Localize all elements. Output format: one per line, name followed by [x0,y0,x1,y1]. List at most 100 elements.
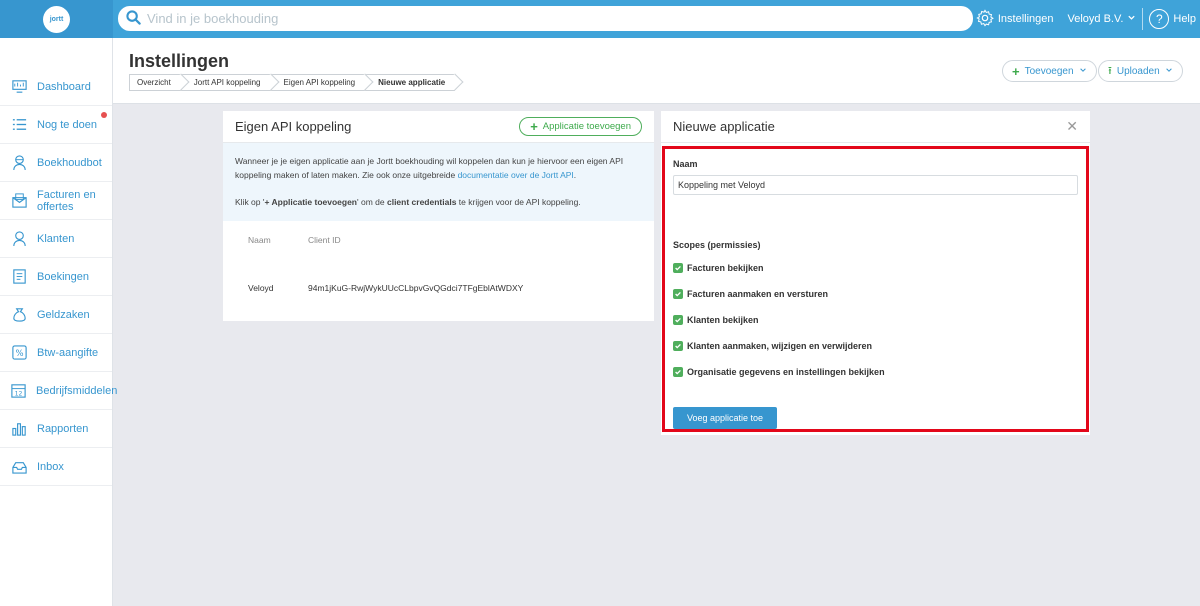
page-header: Instellingen Overzicht Jortt API koppeli… [113,38,1200,104]
help-label: Help [1173,13,1196,25]
page-title: Instellingen [129,51,230,71]
api-panel-title: Eigen API koppeling [235,119,352,134]
upload-button[interactable]: ⭱ Uploaden [1098,60,1183,82]
scope-checkbox[interactable]: Klanten aanmaken, wijzigen en verwijdere… [673,337,1078,354]
checkbox-checked-icon[interactable] [673,314,683,325]
scope-label: Facturen bekijken [687,262,764,273]
help-icon: ? [1149,9,1170,29]
bot-icon [10,154,28,172]
sidebar-item-boekhoudbot[interactable]: Boekhoudbot [0,144,112,182]
jortt-logo[interactable]: jortt [43,5,70,33]
customers-icon [10,230,28,248]
chart-icon [10,420,28,438]
table-header-row: Naam Client ID [223,235,654,245]
sidebar-item-nog-te-doen[interactable]: Nog te doen [0,106,112,144]
percent-icon: % [10,344,28,362]
breadcrumb-item[interactable]: Jortt API koppeling [180,74,271,91]
sidebar-item-label: Boekhoudbot [37,156,102,169]
sidebar-item-label: Nog te doen [37,118,97,131]
help-link[interactable]: ? Help [1149,9,1196,29]
breadcrumb-item[interactable]: Eigen API koppeling [270,74,366,91]
scope-checkbox[interactable]: Klanten bekijken [673,311,1078,328]
gear-icon [976,8,994,30]
chevron-down-icon [1165,66,1173,77]
dashboard-icon [10,78,28,96]
info-text-bold: client credentials [386,197,457,207]
chevron-down-icon [1127,13,1136,25]
search-icon [126,9,141,28]
plus-icon: + [530,119,538,134]
add-button-label: Toevoegen [1024,65,1074,77]
add-application-button[interactable]: + Applicatie toevoegen [519,117,642,136]
sidebar-item-label: Dashboard [37,80,91,93]
scope-checkbox[interactable]: Organisatie gegevens en instellingen bek… [673,363,1078,380]
scope-label: Facturen aanmaken en versturen [687,288,829,299]
sidebar-item-dashboard[interactable]: Dashboard [0,68,112,106]
breadcrumb-item[interactable]: Overzicht [129,74,181,91]
sidebar-item-klanten[interactable]: Klanten [0,220,112,258]
name-field[interactable] [673,175,1078,195]
sidebar-item-inbox[interactable]: Inbox [0,448,112,486]
sidebar-item-label: Facturen en offertes [37,188,96,213]
money-icon [10,306,28,324]
checkbox-checked-icon[interactable] [673,340,683,351]
sidebar-item-label: Rapporten [37,422,89,435]
add-application-label: Applicatie toevoegen [542,121,631,132]
column-header-name: Naam [248,235,271,245]
name-label: Naam [673,159,698,169]
scope-label: Klanten aanmaken, wijzigen en verwijdere… [687,340,873,351]
sidebar-item-label: Klanten [37,232,75,245]
sidebar-item-label: Btw-aangifte [37,346,99,359]
upload-icon: ⭱ [1108,64,1112,77]
checkbox-checked-icon[interactable] [673,288,683,299]
add-button[interactable]: + Toevoegen [1002,60,1097,82]
add-application-submit-button[interactable]: Voeg applicatie toe [673,407,777,429]
company-dropdown[interactable]: Veloyd B.V. [1068,13,1137,25]
invoice-icon [10,192,28,210]
divider [1142,8,1144,30]
sidebar-item-facturen[interactable]: Facturen en offertes [0,182,112,220]
info-box: Wanneer je je eigen applicatie aan je Jo… [223,143,654,221]
sidebar-item-btw[interactable]: % Btw-aangifte [0,334,112,372]
info-text: Wanneer je je eigen applicatie aan je Jo… [235,154,642,182]
documentation-link[interactable]: documentatie over de Jortt API [458,170,574,180]
scopes-label: Scopes (permissies) [673,240,761,250]
sidebar-item-bedrijfsmiddelen[interactable]: 12 Bedrijfsmiddelen [0,372,117,410]
info-text-instructions: Klik op '+ Applicatie toevoegen' om de c… [235,195,642,209]
checkbox-checked-icon[interactable] [673,262,683,273]
sidebar-item-label: Inbox [37,460,64,473]
logo-area: jortt [0,0,113,38]
settings-link[interactable]: Instellingen [976,8,1054,30]
inbox-icon [10,458,28,476]
table-row[interactable]: Veloyd 94m1jKuG-RwjWykUUcCLbpvGvQGdci7TF… [223,283,654,293]
sidebar-item-label: Geldzaken [37,308,90,321]
search-bar[interactable] [118,6,973,31]
sidebar-item-boekingen[interactable]: Boekingen [0,258,112,296]
scope-checkbox[interactable]: Facturen aanmaken en versturen [673,285,1078,302]
new-application-form: Naam Scopes (permissies) Facturen bekijk… [662,146,1089,432]
search-input[interactable] [147,11,947,26]
info-text-part: . [573,170,577,180]
top-bar: jortt Instellingen Veloyd B.V. ? Help [0,0,1200,38]
api-panel-header: Eigen API koppeling + Applicatie toevoeg… [223,111,654,143]
notification-dot [101,112,107,118]
scope-label: Klanten bekijken [687,314,759,325]
scope-checkbox[interactable]: Facturen bekijken [673,259,1078,276]
info-text-part: Klik op ' [235,197,265,207]
sidebar-item-geldzaken[interactable]: Geldzaken [0,296,112,334]
svg-text:12: 12 [15,391,23,398]
breadcrumb: Overzicht Jortt API koppeling Eigen API … [129,74,456,91]
info-text-part: ' om de [357,197,387,207]
cell-client-id: 94m1jKuG-RwjWykUUcCLbpvGvQGdci7TFgEblAtW… [308,283,524,293]
sidebar: Dashboard Nog te doen Boekhoudbot Factur… [0,38,117,606]
scope-label: Organisatie gegevens en instellingen bek… [687,366,885,377]
cell-name: Veloyd [248,283,274,293]
close-icon[interactable]: ✕ [1066,118,1078,135]
api-panel: Eigen API koppeling + Applicatie toevoeg… [223,111,654,321]
sidebar-item-rapporten[interactable]: Rapporten [0,410,112,448]
info-text-part: te krijgen voor de API koppeling. [456,197,581,207]
upload-button-label: Uploaden [1116,65,1160,77]
checkbox-checked-icon[interactable] [673,366,683,377]
calendar-icon: 12 [10,382,27,400]
plus-icon: + [1012,63,1020,79]
